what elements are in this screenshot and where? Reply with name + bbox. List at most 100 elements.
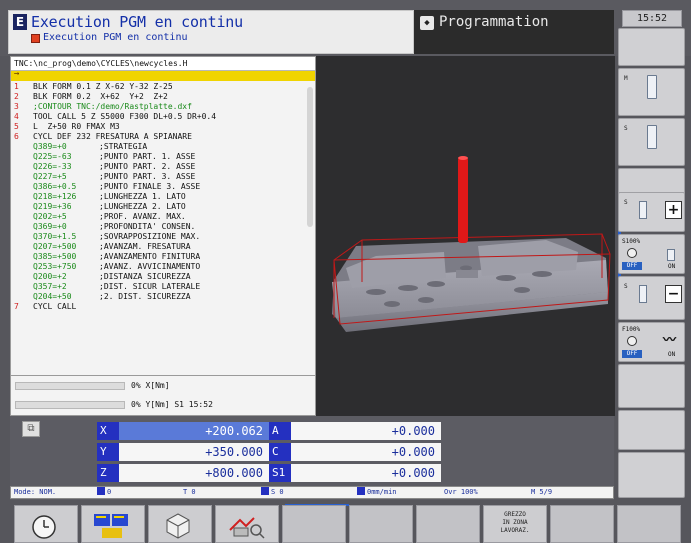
workpiece-render: [332, 156, 611, 332]
program-line[interactable]: Q389=+0 ;STRATEGIA: [11, 142, 307, 152]
softkey-blank-3[interactable]: [618, 364, 685, 408]
program-line[interactable]: Q218=+126 ;LUNGHEZZA 1. LATO: [11, 192, 307, 202]
line-code: ;CONTOUR TNC:/demo/Rastplatte.dxf: [33, 102, 192, 111]
spindle-override-off[interactable]: OFF: [622, 262, 642, 270]
program-line[interactable]: 6 CYCL DEF 232 FRESATURA A SPIANARE: [11, 132, 307, 142]
softkey-blank-in-work-area[interactable]: GREZZO IN ZONA LAVORAZ.: [483, 505, 547, 543]
softkey-feed-override[interactable]: F100% 〰 OFF ON: [618, 322, 685, 362]
program-line[interactable]: 1 BLK FORM 0.1 Z X-62 Y-32 Z-25: [11, 82, 307, 92]
line-code: Q369=+0: [33, 222, 67, 231]
program-line[interactable]: Q386=+0.5 ;PUNTO FINALE 3. ASSE: [11, 182, 307, 192]
program-line[interactable]: Q204=+50 ;2. DIST. SICUREZZA: [11, 292, 307, 302]
softkey-blank-in-work-area-label: GREZZO IN ZONA LAVORAZ.: [500, 511, 530, 534]
softkey-blank-4[interactable]: [618, 410, 685, 450]
softkey-blank-b2[interactable]: [349, 505, 413, 543]
m-function-spindle-icon: [647, 75, 657, 99]
spindle-icon: [639, 285, 647, 303]
program-line[interactable]: 4 TOOL CALL 5 Z S5000 F300 DL+0.5 DR+0.4: [11, 112, 307, 122]
program-run-icon: [31, 34, 40, 43]
axis-label-a: A: [269, 422, 291, 440]
spindle-minus-label: S: [624, 283, 628, 290]
y-load-bar: [15, 401, 125, 409]
line-comment: ;AVANZAMENTO FINITURA: [99, 252, 201, 261]
program-path: TNC:\nc_prog\demo\CYCLES\newcycles.H: [11, 57, 315, 71]
line-code: Q207=+500: [33, 242, 77, 251]
line-comment: ;DISTANZA SICUREZZA: [99, 272, 191, 281]
program-line[interactable]: Q370=+1.5 ;SOVRAPPOSIZIONE MAX.: [11, 232, 307, 242]
program-status-area: 0% X[Nm] 0% Y[Nm] S1 15:52: [10, 376, 316, 416]
softkey-m-function[interactable]: M: [618, 68, 685, 116]
softkey-blank-b5[interactable]: [617, 505, 681, 543]
softkey-blank-1[interactable]: [618, 28, 685, 66]
line-code: CYCL CALL: [33, 302, 77, 311]
spindle-small-icon: [667, 249, 675, 261]
feed-override-off[interactable]: OFF: [622, 350, 642, 358]
softkey-m-label: M: [624, 75, 628, 82]
line-comment: ;AVANZ. AVVICINAMENTO: [99, 262, 201, 271]
program-cursor-row[interactable]: →: [11, 69, 315, 81]
program-line[interactable]: 7 CYCL CALL: [11, 302, 307, 312]
line-code: Q225=-63: [33, 152, 72, 161]
feed-override-on[interactable]: ON: [668, 351, 675, 358]
softkey-blank-b3[interactable]: [416, 505, 480, 543]
program-line[interactable]: Q357=+2 ;DIST. SICUR LATERALE: [11, 282, 307, 292]
simulation-3d-view[interactable]: [316, 56, 615, 416]
softkey-blank-b4[interactable]: [550, 505, 614, 543]
program-line[interactable]: Q200=+2 ;DISTANZA SICUREZZA: [11, 272, 307, 282]
cursor-arrow-icon: →: [14, 69, 20, 79]
line-code: Q226=-33: [33, 162, 72, 171]
program-line[interactable]: 2 BLK FORM 0.2 X+62 Y+2 Z+2: [11, 92, 307, 102]
softkey-spindle-minus[interactable]: S −: [618, 276, 685, 320]
feed-wave-icon: 〰: [663, 333, 677, 348]
program-line[interactable]: Q219=+36 ;LUNGHEZZA 2. LATO: [11, 202, 307, 212]
status-override: Ovr 100%: [444, 488, 478, 496]
line-number: 1: [14, 82, 19, 91]
line-code: Q357=+2: [33, 282, 67, 291]
spindle-override-on[interactable]: ON: [668, 263, 675, 270]
softkey-spindle-override[interactable]: S100% OFF ON: [618, 234, 685, 274]
program-scrollbar[interactable]: [307, 87, 313, 227]
secondary-mode-panel[interactable]: ◆ Programmation: [414, 10, 614, 54]
cube-3d-icon: [166, 513, 190, 539]
softkey-blank-5[interactable]: [618, 452, 685, 498]
softkey-tool-path[interactable]: [215, 505, 279, 543]
status-tool: T 0: [183, 488, 196, 496]
active-mode-panel: E Execution PGM en continu Execution PGM…: [8, 10, 414, 54]
program-line[interactable]: Q225=-63 ;PUNTO PART. 1. ASSE: [11, 152, 307, 162]
softkey-program-views[interactable]: [81, 505, 145, 543]
program-line[interactable]: Q227=+5 ;PUNTO PART. 3. ASSE: [11, 172, 307, 182]
line-comment: ;LUNGHEZZA 1. LATO: [99, 192, 186, 201]
program-line[interactable]: Q253=+750 ;AVANZ. AVVICINAMENTO: [11, 262, 307, 272]
s-function-spindle-icon: [647, 125, 657, 149]
status-tool-number: 0: [97, 487, 111, 498]
program-line[interactable]: Q207=+500 ;AVANZAM. FRESATURA: [11, 242, 307, 252]
axis-value-s1: +0.000: [291, 464, 441, 482]
horizontal-softkeys: GREZZO IN ZONA LAVORAZ.: [14, 505, 684, 543]
program-listing[interactable]: TNC:\nc_prog\demo\CYCLES\newcycles.H → 1…: [10, 56, 316, 376]
softkey-blank-b1[interactable]: [282, 505, 346, 543]
line-code: Q227=+5: [33, 172, 67, 181]
program-line[interactable]: Q226=-33 ;PUNTO PART. 2. ASSE: [11, 162, 307, 172]
axis-label-z: Z: [97, 464, 119, 482]
program-line[interactable]: Q369=+0 ;PROFONDITA' CONSEN.: [11, 222, 307, 232]
axis-value-a: +0.000: [291, 422, 441, 440]
status-mode: Mode: NOM.: [14, 488, 57, 496]
softkey-3d-view[interactable]: [148, 505, 212, 543]
softkey-clock[interactable]: [14, 505, 78, 543]
program-line[interactable]: Q385=+500 ;AVANZAMENTO FINITURA: [11, 252, 307, 262]
program-line[interactable]: Q202=+5 ;PROF. AVANZ. MAX.: [11, 212, 307, 222]
secondary-mode-title: Programmation: [439, 14, 549, 30]
mode-subtitle: Execution PGM en continu: [43, 32, 188, 43]
position-display-icon[interactable]: ⧉: [22, 421, 40, 437]
line-code: CYCL DEF 232 FRESATURA A SPIANARE: [33, 132, 192, 141]
program-line[interactable]: 5 L Z+50 R0 FMAX M3: [11, 122, 307, 132]
plus-icon: +: [665, 201, 682, 219]
program-lines: 1 BLK FORM 0.1 Z X-62 Y-32 Z-25 2 BLK FORM …: [11, 82, 307, 312]
program-line[interactable]: 3 ;CONTOUR TNC:/demo/Rastplatte.dxf: [11, 102, 307, 112]
spindle-plus-label: S: [624, 199, 628, 206]
y-load-text: 0% Y[Nm] S1 15:52: [131, 400, 213, 409]
line-code: Q200=+2: [33, 272, 67, 281]
softkey-spindle-plus[interactable]: S +: [618, 192, 685, 232]
softkey-s-function[interactable]: S: [618, 118, 685, 166]
machine-status-bar: Mode: NOM. 0 T 0 S 0 0mm/min Ovr 100% M …: [10, 486, 614, 499]
